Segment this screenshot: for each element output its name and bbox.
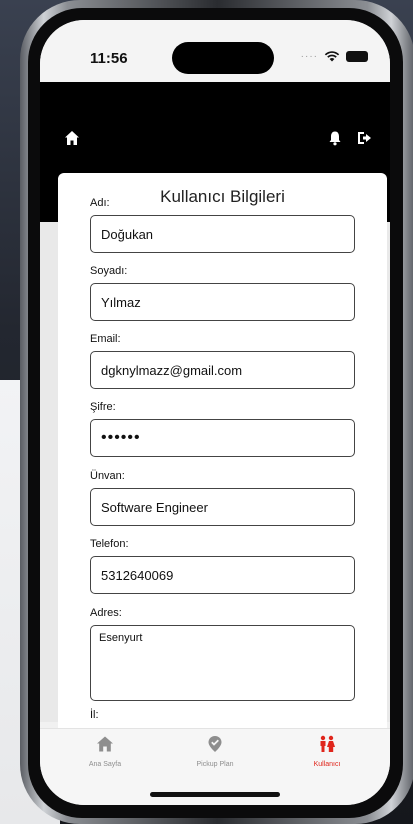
- home-icon: [97, 736, 113, 752]
- tab-home[interactable]: Ana Sayfa: [50, 735, 160, 768]
- users-icon: [320, 735, 335, 752]
- tab-pickup-plan[interactable]: Pickup Plan: [160, 735, 270, 768]
- home-indicator: [150, 792, 280, 797]
- city-label: İl:: [90, 709, 99, 721]
- title-label: Ünvan:: [90, 470, 125, 482]
- email-field-group: Email: dgknylmazz@gmail.com: [90, 333, 355, 389]
- user-info-card: Kullanıcı Bilgileri Adı: Doğukan Soyadı:…: [58, 173, 387, 728]
- status-bar: 11:56 ····: [40, 20, 390, 82]
- status-icons: ····: [301, 50, 368, 62]
- first-name-label: Adı:: [90, 197, 110, 209]
- wifi-icon: [324, 51, 340, 62]
- title-input[interactable]: Software Engineer: [90, 488, 355, 526]
- tab-home-label: Ana Sayfa: [88, 761, 122, 768]
- password-field-group: Şifre: ••••••: [90, 401, 355, 457]
- bottom-tab-bar: Ana Sayfa Pickup Plan Kullanıcı: [40, 728, 390, 805]
- tab-user-label: Kullanıcı: [313, 761, 341, 768]
- logout-icon[interactable]: [356, 130, 372, 146]
- email-label: Email:: [90, 333, 121, 345]
- email-input[interactable]: dgknylmazz@gmail.com: [90, 351, 355, 389]
- bell-icon[interactable]: [327, 130, 343, 146]
- title-field-group: Ünvan: Software Engineer: [90, 470, 355, 526]
- tab-pickup-plan-label: Pickup Plan: [196, 761, 234, 768]
- status-time: 11:56: [90, 50, 128, 67]
- battery-icon: [346, 50, 368, 62]
- map-pin-check-icon: [208, 736, 222, 752]
- address-field-group: Adres: Esenyurt: [90, 607, 355, 701]
- last-name-field-group: Soyadı: Yılmaz: [90, 265, 355, 321]
- phone-screen: 11:56 ···· Kullanıcı Bilgileri Adı: Doğu…: [40, 20, 390, 805]
- first-name-input[interactable]: Doğukan: [90, 215, 355, 253]
- dynamic-island: [172, 42, 274, 74]
- address-label: Adres:: [90, 607, 122, 619]
- tab-user[interactable]: Kullanıcı: [272, 735, 382, 768]
- home-icon[interactable]: [64, 130, 80, 146]
- phone-field-group: Telefon: 5312640069: [90, 538, 355, 594]
- password-label: Şifre:: [90, 401, 116, 413]
- last-name-label: Soyadı:: [90, 265, 128, 277]
- first-name-field-group: Adı: Doğukan: [90, 197, 355, 253]
- phone-label: Telefon:: [90, 538, 129, 550]
- address-textarea[interactable]: Esenyurt: [90, 625, 355, 701]
- password-input[interactable]: ••••••: [90, 419, 355, 457]
- phone-input[interactable]: 5312640069: [90, 556, 355, 594]
- last-name-input[interactable]: Yılmaz: [90, 283, 355, 321]
- city-field-group: İl:: [90, 709, 355, 723]
- signal-icon: ····: [300, 50, 318, 62]
